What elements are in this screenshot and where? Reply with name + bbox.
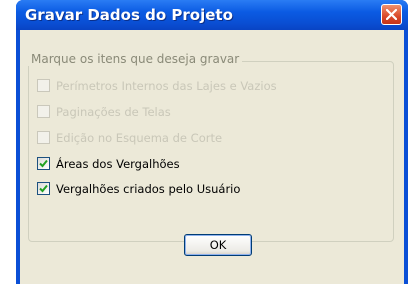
dialog-body: Marque os itens que deseja gravar Períme… — [20, 30, 404, 284]
checkbox-box[interactable] — [37, 131, 50, 144]
ok-button[interactable]: OK — [184, 234, 252, 256]
checkbox-label: Paginações de Telas — [56, 105, 171, 119]
group-label: Marque os itens que deseja gravar — [28, 52, 243, 66]
checkbox-box[interactable] — [37, 79, 50, 92]
checkbox-box[interactable] — [37, 182, 50, 195]
checkbox-label: Edição no Esquema de Corte — [56, 131, 223, 145]
close-button[interactable] — [381, 4, 402, 25]
checkbox-label: Vergalhões criados pelo Usuário — [56, 182, 241, 196]
checkbox-label: Áreas dos Vergalhões — [56, 157, 180, 171]
check-icon — [39, 159, 48, 168]
close-icon — [386, 9, 397, 20]
check-icon — [39, 184, 48, 193]
checkbox-label: Perímetros Internos das Lajes e Vazios — [56, 79, 277, 93]
checkbox-box[interactable] — [37, 157, 50, 170]
dialog-window: Gravar Dados do Projeto Marque os itens … — [16, 0, 408, 284]
dialog-title: Gravar Dados do Projeto — [25, 6, 233, 24]
title-bar[interactable]: Gravar Dados do Projeto — [16, 0, 408, 30]
checkbox-box[interactable] — [37, 105, 50, 118]
